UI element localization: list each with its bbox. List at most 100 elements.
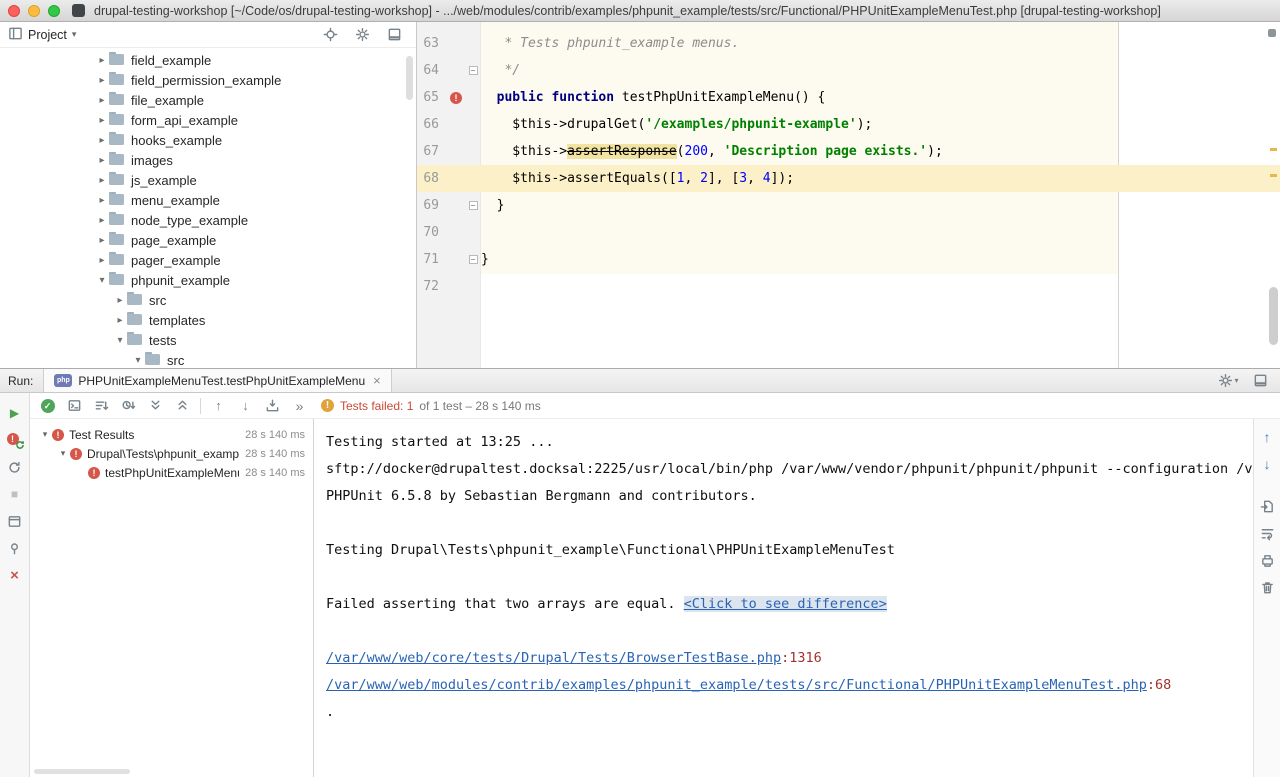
toggle-auto-test-button[interactable]	[5, 457, 25, 477]
import-test-results-button[interactable]	[263, 396, 282, 415]
locate-file-button[interactable]	[320, 25, 340, 45]
editor-line-71[interactable]: 71−}	[417, 246, 1280, 273]
chevron-right-icon[interactable]: ▸	[95, 135, 109, 146]
fold-marker-icon[interactable]: −	[469, 201, 478, 210]
fold-marker-icon[interactable]: −	[469, 255, 478, 264]
close-panel-button[interactable]: ×	[5, 565, 25, 585]
chevron-right-icon[interactable]: ▸	[95, 95, 109, 106]
project-tree-item-field_example[interactable]: ▸field_example	[0, 50, 416, 70]
chevron-down-icon[interactable]: ▾	[131, 355, 145, 366]
expand-all-button[interactable]	[146, 396, 165, 415]
chevron-down-icon[interactable]: ▾	[95, 275, 109, 286]
editor-scrollbar[interactable]	[1269, 287, 1278, 345]
project-tree-item-tests[interactable]: ▾ tests	[0, 330, 416, 350]
editor-line-65[interactable]: 65! public function testPhpUnitExampleMe…	[417, 84, 1280, 111]
more-actions-chevron[interactable]: »	[290, 396, 309, 415]
chevron-right-icon[interactable]: ▸	[95, 215, 109, 226]
fold-marker-icon[interactable]: −	[469, 66, 478, 75]
down-the-stack-trace-button[interactable]: ↓	[1257, 454, 1277, 474]
pin-tab-button[interactable]	[5, 538, 25, 558]
editor-pane[interactable]: 63 * Tests phpunit_example menus.64− */6…	[417, 22, 1280, 368]
editor-line-67[interactable]: 67 $this->assertResponse(200, 'Descripti…	[417, 138, 1280, 165]
project-tree-item-file_example[interactable]: ▸file_example	[0, 90, 416, 110]
chevron-right-icon[interactable]: ▸	[113, 295, 127, 306]
project-tree-item-node_type_example[interactable]: ▸node_type_example	[0, 210, 416, 230]
use-soft-wraps-button[interactable]	[1257, 523, 1277, 543]
project-tree-item-page_example[interactable]: ▸page_example	[0, 230, 416, 250]
project-tree-item-templates[interactable]: ▸templates	[0, 310, 416, 330]
folder-name: tests	[149, 333, 176, 348]
chevron-right-icon[interactable]: ▸	[113, 315, 127, 326]
console-link[interactable]: /var/www/web/modules/contrib/examples/ph…	[326, 677, 1147, 693]
sort-by-duration-button[interactable]	[119, 396, 138, 415]
editor-line-64[interactable]: 64− */	[417, 57, 1280, 84]
show-ignored-button[interactable]	[65, 396, 84, 415]
project-tree-item-src[interactable]: ▸src	[0, 290, 416, 310]
project-tree-item-images[interactable]: ▸images	[0, 150, 416, 170]
project-tree-item-phpunit_example[interactable]: ▾phpunit_example	[0, 270, 416, 290]
settings-gear-button[interactable]: ▾	[1218, 371, 1238, 391]
sort-alphabetically-button[interactable]	[92, 396, 111, 415]
chevron-right-icon[interactable]: ▸	[95, 175, 109, 186]
next-failed-test-button[interactable]: ↓	[236, 396, 255, 415]
folder-icon	[109, 114, 125, 126]
test-failed-icon[interactable]: !	[450, 92, 462, 104]
console-area: Testing started at 13:25 ...sftp://docke…	[314, 419, 1253, 777]
zoom-window-button[interactable]	[48, 5, 60, 17]
chevron-right-icon[interactable]: ▸	[95, 195, 109, 206]
inspection-indicator-icon[interactable]	[1268, 29, 1276, 37]
previous-failed-test-button[interactable]: ↑	[209, 396, 228, 415]
run-tab[interactable]: php PHPUnitExampleMenuTest.testPhpUnitEx…	[43, 369, 391, 392]
export-test-results-button[interactable]	[1257, 496, 1277, 516]
chevron-down-icon[interactable]: ▾	[38, 429, 52, 440]
project-tree-item-pager_example[interactable]: ▸pager_example	[0, 250, 416, 270]
chevron-down-icon[interactable]: ▾	[113, 335, 127, 346]
restore-layout-button[interactable]	[5, 511, 25, 531]
hide-panel-button[interactable]	[1250, 371, 1270, 391]
test-results-root[interactable]: ▾!Test Results28 s 140 ms	[30, 425, 313, 444]
clear-console-button[interactable]	[1257, 577, 1277, 597]
print-button[interactable]	[1257, 550, 1277, 570]
minimize-window-button[interactable]	[28, 5, 40, 17]
project-tree-item-js_example[interactable]: ▸js_example	[0, 170, 416, 190]
chevron-right-icon[interactable]: ▸	[95, 235, 109, 246]
chevron-down-icon[interactable]: ▾	[56, 448, 70, 459]
line-number: 65	[417, 90, 447, 105]
chevron-right-icon[interactable]: ▸	[95, 115, 109, 126]
show-passed-button[interactable]: ✓	[38, 396, 57, 415]
rerun-test-button[interactable]: ▶	[5, 403, 25, 423]
chevron-right-icon[interactable]: ▸	[95, 155, 109, 166]
project-tree-item-field_permission_example[interactable]: ▸field_permission_example	[0, 70, 416, 90]
hide-panel-button[interactable]	[384, 25, 404, 45]
test-class-node[interactable]: ▾!Drupal\Tests\phpunit_example\Functiona…	[30, 444, 313, 463]
chevron-right-icon[interactable]: ▸	[95, 55, 109, 66]
warning-stripe-mark[interactable]	[1270, 148, 1277, 151]
console-link[interactable]: /var/www/web/core/tests/Drupal/Tests/Bro…	[326, 650, 781, 666]
close-tab-icon[interactable]: ×	[373, 373, 381, 388]
up-the-stack-trace-button[interactable]: ↑	[1257, 427, 1277, 447]
warning-stripe-mark[interactable]	[1270, 174, 1277, 177]
editor-line-72[interactable]: 72	[417, 273, 1280, 300]
test-method-node[interactable]: !testPhpUnitExampleMenu28 s 140 ms	[30, 463, 313, 482]
project-tree-item-form_api_example[interactable]: ▸form_api_example	[0, 110, 416, 130]
tree-horizontal-scrollbar[interactable]	[34, 769, 130, 774]
project-tree-item-menu_example[interactable]: ▸menu_example	[0, 190, 416, 210]
project-scrollbar[interactable]	[406, 56, 413, 100]
rerun-failed-tests-button[interactable]: !	[5, 430, 25, 450]
settings-gear-button[interactable]	[352, 25, 372, 45]
editor-line-69[interactable]: 69− }	[417, 192, 1280, 219]
editor-line-63[interactable]: 63 * Tests phpunit_example menus.	[417, 30, 1280, 57]
editor-line-66[interactable]: 66 $this->drupalGet('/examples/phpunit-e…	[417, 111, 1280, 138]
editor-line-68[interactable]: 68 $this->assertEquals([1, 2], [3, 4]);	[417, 165, 1280, 192]
project-tree-item-src[interactable]: ▾src	[0, 350, 416, 368]
editor-line-70[interactable]: 70	[417, 219, 1280, 246]
chevron-right-icon[interactable]: ▸	[95, 255, 109, 266]
project-tool-button[interactable]: Project ▾	[8, 26, 76, 44]
console-link[interactable]: <Click to see difference>	[684, 596, 887, 612]
chevron-right-icon[interactable]: ▸	[95, 75, 109, 86]
project-tree-item-hooks_example[interactable]: ▸hooks_example	[0, 130, 416, 150]
collapse-all-button[interactable]	[173, 396, 192, 415]
stop-button[interactable]: ■	[5, 484, 25, 504]
close-window-button[interactable]	[8, 5, 20, 17]
traffic-lights	[8, 5, 60, 17]
